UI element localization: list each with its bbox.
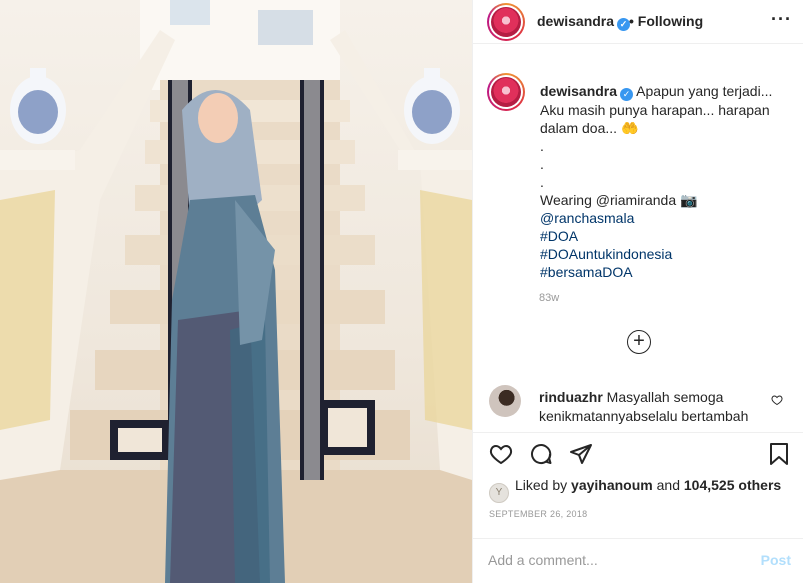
add-comment-input[interactable] — [488, 549, 738, 571]
heart-icon[interactable] — [489, 442, 513, 466]
add-comment-bar: Post — [472, 538, 803, 583]
post-comment-button[interactable]: Post — [761, 552, 791, 568]
likes-count[interactable]: 104,525 others — [684, 477, 781, 493]
post-date[interactable]: SEPTEMBER 26, 2018 — [489, 509, 587, 519]
post-header: dewisandra ✓ • Following ··· — [473, 0, 803, 44]
caption-text: dewisandra ✓ Apapun yang terjadi... Aku m… — [540, 82, 790, 281]
caption-line: dalam doa... 🤲 — [540, 120, 639, 136]
caption-line: Wearing @riamiranda 📷 — [540, 192, 698, 208]
liker-username[interactable]: yayihanoum — [571, 477, 653, 493]
likes-and: and — [656, 477, 680, 493]
comment-text: rinduazhr Masyallah semoga kenikmatannya… — [539, 388, 769, 426]
comment-like-icon[interactable] — [771, 394, 783, 406]
caption-line: . — [540, 174, 544, 190]
comment-item: rinduazhr Masyallah semoga kenikmatannya… — [472, 382, 803, 432]
post-actions: Y Liked by yayihanoum and 104,525 others … — [472, 432, 803, 538]
caption-age[interactable]: 83w — [539, 292, 559, 304]
more-icon[interactable]: ··· — [771, 9, 792, 30]
commenter-username[interactable]: rinduazhr — [539, 389, 603, 405]
author-avatar[interactable] — [487, 3, 525, 41]
share-icon[interactable] — [569, 442, 593, 466]
caption-username[interactable]: dewisandra — [540, 83, 617, 99]
dot-separator: • — [629, 13, 634, 29]
author-username[interactable]: dewisandra ✓ — [537, 13, 631, 31]
caption-line: . — [540, 156, 544, 172]
caption-line: . — [540, 138, 544, 154]
post-photo[interactable] — [0, 0, 472, 583]
commenter-avatar[interactable] — [489, 385, 521, 417]
verified-badge-icon: ✓ — [620, 88, 634, 101]
comment-icon[interactable] — [529, 442, 553, 466]
likes-prefix: Liked by — [515, 477, 568, 493]
hashtag-link[interactable]: #bersamaDOA — [540, 263, 790, 281]
bookmark-icon[interactable] — [767, 442, 791, 466]
hashtag-link[interactable]: #DOA — [540, 227, 790, 245]
caption-line: Apapun yang terjadi... — [636, 83, 773, 99]
following-button[interactable]: • Following — [629, 13, 703, 29]
photo-illustration — [0, 0, 472, 583]
caption-avatar[interactable] — [487, 73, 525, 111]
caption-line: Aku masih punya harapan... harapan — [540, 102, 770, 118]
likes-summary: Y Liked by yayihanoum and 104,525 others — [489, 477, 781, 503]
mention-link[interactable]: @ranchasmala — [540, 209, 790, 227]
hashtag-link[interactable]: #DOAuntukindonesia — [540, 245, 790, 263]
load-more-comments-icon[interactable]: + — [627, 330, 651, 354]
liker-avatar[interactable]: Y — [489, 483, 509, 503]
